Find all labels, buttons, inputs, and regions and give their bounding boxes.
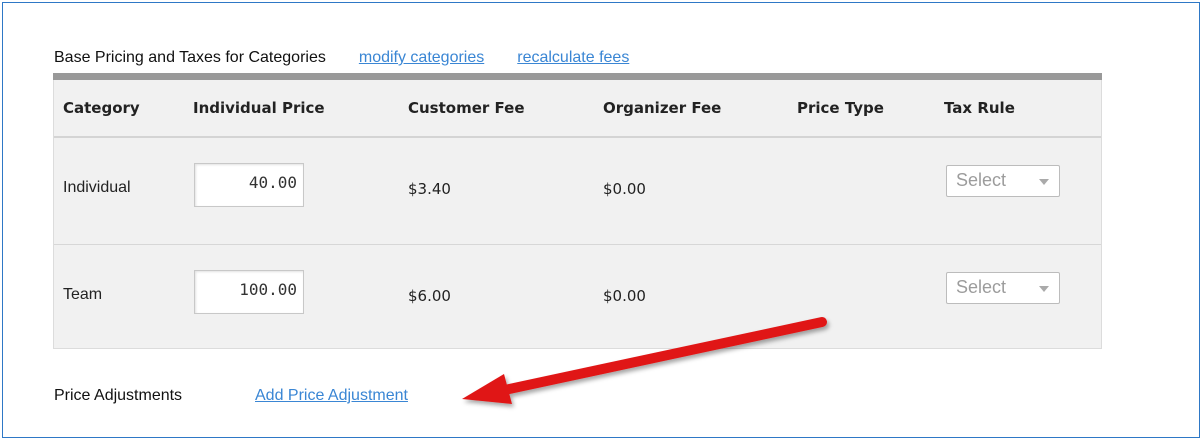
organizer-fee-value: $0.00 bbox=[603, 287, 646, 305]
customer-fee-value: $6.00 bbox=[408, 287, 451, 305]
individual-price-input[interactable]: 100.00 bbox=[194, 270, 304, 314]
table-header-row: Category Individual Price Customer Fee O… bbox=[54, 80, 1101, 138]
pricing-title: Base Pricing and Taxes for Categories bbox=[54, 49, 326, 66]
category-name: Individual bbox=[63, 179, 131, 196]
pricing-panel: Base Pricing and Taxes for Categories mo… bbox=[2, 2, 1200, 438]
chevron-down-icon bbox=[1039, 286, 1049, 292]
recalculate-fees-link[interactable]: recalculate fees bbox=[517, 49, 629, 67]
organizer-fee-value: $0.00 bbox=[603, 180, 646, 198]
column-header-price-type: Price Type bbox=[797, 99, 884, 117]
table-row: Individual 40.00 $3.40 $0.00 Select bbox=[54, 138, 1101, 245]
add-price-adjustment-link[interactable]: Add Price Adjustment bbox=[255, 387, 408, 405]
tax-rule-select[interactable]: Select bbox=[946, 165, 1060, 197]
table-row: Team 100.00 $6.00 $0.00 Select bbox=[54, 245, 1101, 351]
column-header-category: Category bbox=[63, 99, 140, 117]
tax-rule-select-value: Select bbox=[956, 277, 1007, 297]
column-header-customer-fee: Customer Fee bbox=[408, 99, 525, 117]
tax-rule-select-value: Select bbox=[956, 170, 1007, 190]
column-header-individual-price: Individual Price bbox=[193, 99, 325, 117]
column-header-tax-rule: Tax Rule bbox=[944, 99, 1015, 117]
category-name: Team bbox=[63, 286, 103, 303]
table-top-bar bbox=[53, 73, 1102, 80]
modify-categories-link[interactable]: modify categories bbox=[359, 49, 484, 67]
pricing-table: Category Individual Price Customer Fee O… bbox=[53, 73, 1102, 349]
individual-price-input[interactable]: 40.00 bbox=[194, 163, 304, 207]
column-header-organizer-fee: Organizer Fee bbox=[603, 99, 722, 117]
tax-rule-select[interactable]: Select bbox=[946, 272, 1060, 304]
customer-fee-value: $3.40 bbox=[408, 180, 451, 198]
chevron-down-icon bbox=[1039, 179, 1049, 185]
price-adjustments-label: Price Adjustments bbox=[54, 387, 183, 404]
pricing-section-header: Base Pricing and Taxes for Categories mo… bbox=[54, 47, 629, 69]
